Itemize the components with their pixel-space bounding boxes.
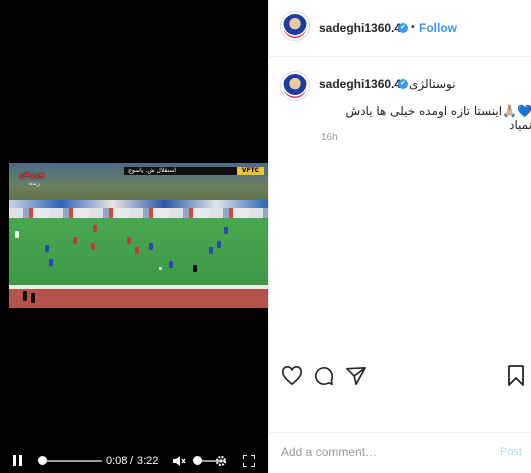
ball [159,267,162,270]
photographer [23,291,27,301]
caption-timestamp[interactable]: 16h [321,132,338,143]
video-player[interactable]: ورزش زنده استقلال ش. یاسوج VFTC 0:08 / 3… [0,0,268,473]
add-comment-bar: Post [269,432,531,473]
video-ad-banner [9,200,268,208]
comment-input[interactable] [281,445,481,459]
caption-title: نوستالژی [409,77,456,91]
play-pause-icon[interactable] [12,455,24,467]
time-separator: / [130,455,134,467]
player [49,259,53,266]
action-bar [269,359,531,399]
player [73,237,77,244]
live-badge: زنده [29,180,40,187]
channel-logo: ورزش [19,169,45,178]
verified-icon: ✔ [398,79,408,89]
share-icon[interactable] [345,366,367,386]
avatar[interactable] [281,72,309,100]
volume-handle[interactable] [193,456,202,465]
heart-icon[interactable] [281,366,303,386]
total-time: 3:22 [137,455,159,467]
mute-icon[interactable] [172,454,186,468]
avatar[interactable] [281,12,309,40]
player [209,247,213,254]
verified-icon: ✔ [398,23,408,33]
post-header: sadeghi1360.4 ✔ • Follow [269,0,531,57]
fullscreen-icon[interactable] [243,455,255,467]
separator-dot: • [411,22,415,33]
username-link[interactable]: sadeghi1360.4 [319,21,401,35]
seek-handle[interactable] [38,456,48,465]
player [149,243,153,250]
player [217,241,221,248]
video-frame[interactable]: ورزش زنده استقلال ش. یاسوج VFTC [9,163,268,308]
post-side-panel: sadeghi1360.4 ✔ • Follow sadeghi1360.4 ✔… [268,0,531,473]
caption-text: 💙🙏🏼اینستا تازه اومده خیلی ها یادش نمیاد [345,104,531,132]
bookmark-icon[interactable] [507,365,525,387]
player [169,261,173,268]
post-button[interactable]: Post [500,446,522,458]
photographer [31,293,35,303]
referee [193,265,197,272]
video-track [9,289,268,308]
scoreboard-tag: VFTC [237,167,264,175]
video-controls: 0:08 / 3:22 [0,449,268,473]
comment-icon[interactable] [313,366,335,386]
video-stands [9,208,268,218]
player [93,225,97,232]
player [127,237,131,244]
scoreboard-teams: استقلال ش. یاسوج [128,167,177,174]
scoreboard: استقلال ش. یاسوج VFTC [124,167,264,175]
player [15,231,19,238]
follow-button[interactable]: Follow [419,21,457,35]
current-time: 0:08 [106,455,128,467]
player [135,247,139,254]
player [45,245,49,252]
caption-username-link[interactable]: sadeghi1360.4 [319,77,401,91]
player [224,227,228,234]
seek-bar[interactable] [40,460,102,462]
player [91,243,95,250]
settings-icon[interactable] [214,454,228,468]
